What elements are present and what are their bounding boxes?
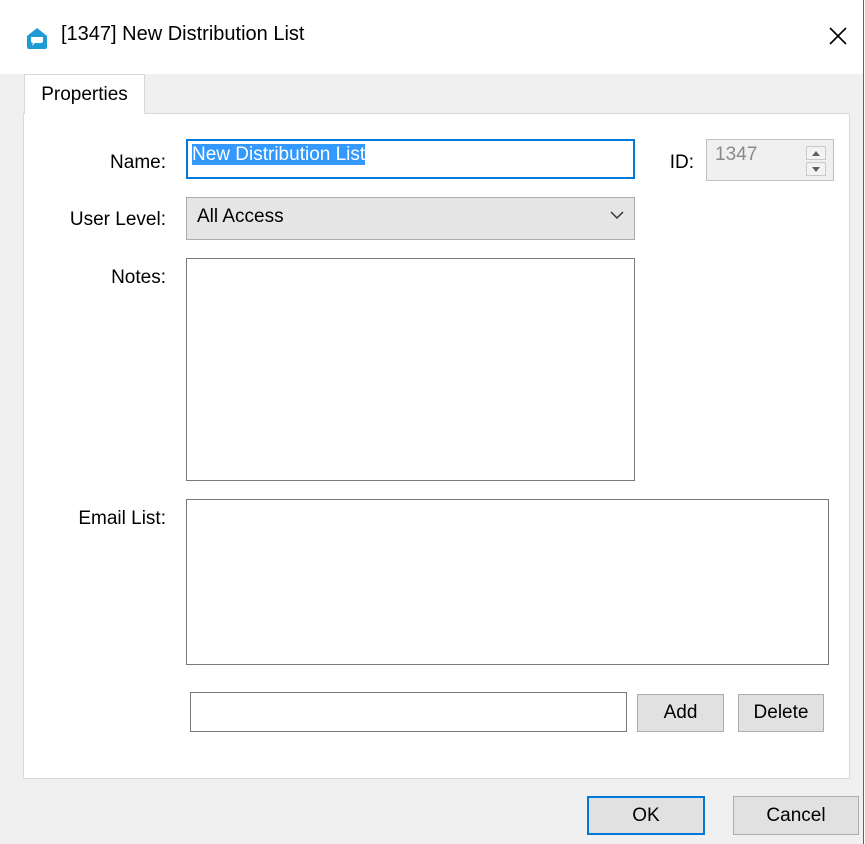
- user-level-dropdown[interactable]: All Access: [186, 197, 635, 240]
- dialog-window: [1347] New Distribution List Properties …: [0, 0, 864, 844]
- tab-properties[interactable]: Properties: [24, 74, 145, 114]
- user-level-value: All Access: [197, 206, 284, 227]
- close-icon: [829, 27, 847, 45]
- ok-button-label: OK: [632, 804, 660, 826]
- id-label: ID:: [669, 152, 694, 173]
- new-email-input[interactable]: [190, 692, 627, 732]
- spin-down-button[interactable]: [806, 162, 826, 176]
- add-button[interactable]: Add: [637, 694, 724, 732]
- distribution-list-icon: [27, 28, 47, 49]
- delete-button-label: Delete: [753, 702, 809, 723]
- spin-up-icon: [812, 150, 820, 156]
- spin-up-button[interactable]: [806, 146, 826, 160]
- notes-textarea[interactable]: [186, 258, 635, 481]
- title-bar[interactable]: [1347] New Distribution List: [0, 0, 863, 74]
- ok-button[interactable]: OK: [587, 796, 705, 835]
- notes-label: Notes:: [111, 267, 166, 288]
- chevron-down-icon: [610, 211, 624, 220]
- close-button[interactable]: [818, 18, 858, 54]
- cancel-button[interactable]: Cancel: [733, 796, 859, 835]
- user-level-label: User Level:: [69, 209, 166, 230]
- name-field-value: New Distribution List: [192, 144, 366, 165]
- id-field-value: 1347: [715, 144, 758, 165]
- id-spinner[interactable]: [806, 146, 826, 176]
- name-label: Name:: [110, 152, 166, 173]
- name-field[interactable]: New Distribution List: [186, 139, 635, 179]
- delete-button[interactable]: Delete: [738, 694, 824, 732]
- email-listbox[interactable]: [186, 499, 829, 665]
- tab-properties-label: Properties: [41, 83, 128, 105]
- cancel-button-label: Cancel: [766, 804, 826, 826]
- window-title: [1347] New Distribution List: [61, 23, 305, 45]
- email-list-label: Email List:: [78, 508, 166, 529]
- add-button-label: Add: [663, 702, 698, 723]
- spin-down-icon: [812, 166, 820, 172]
